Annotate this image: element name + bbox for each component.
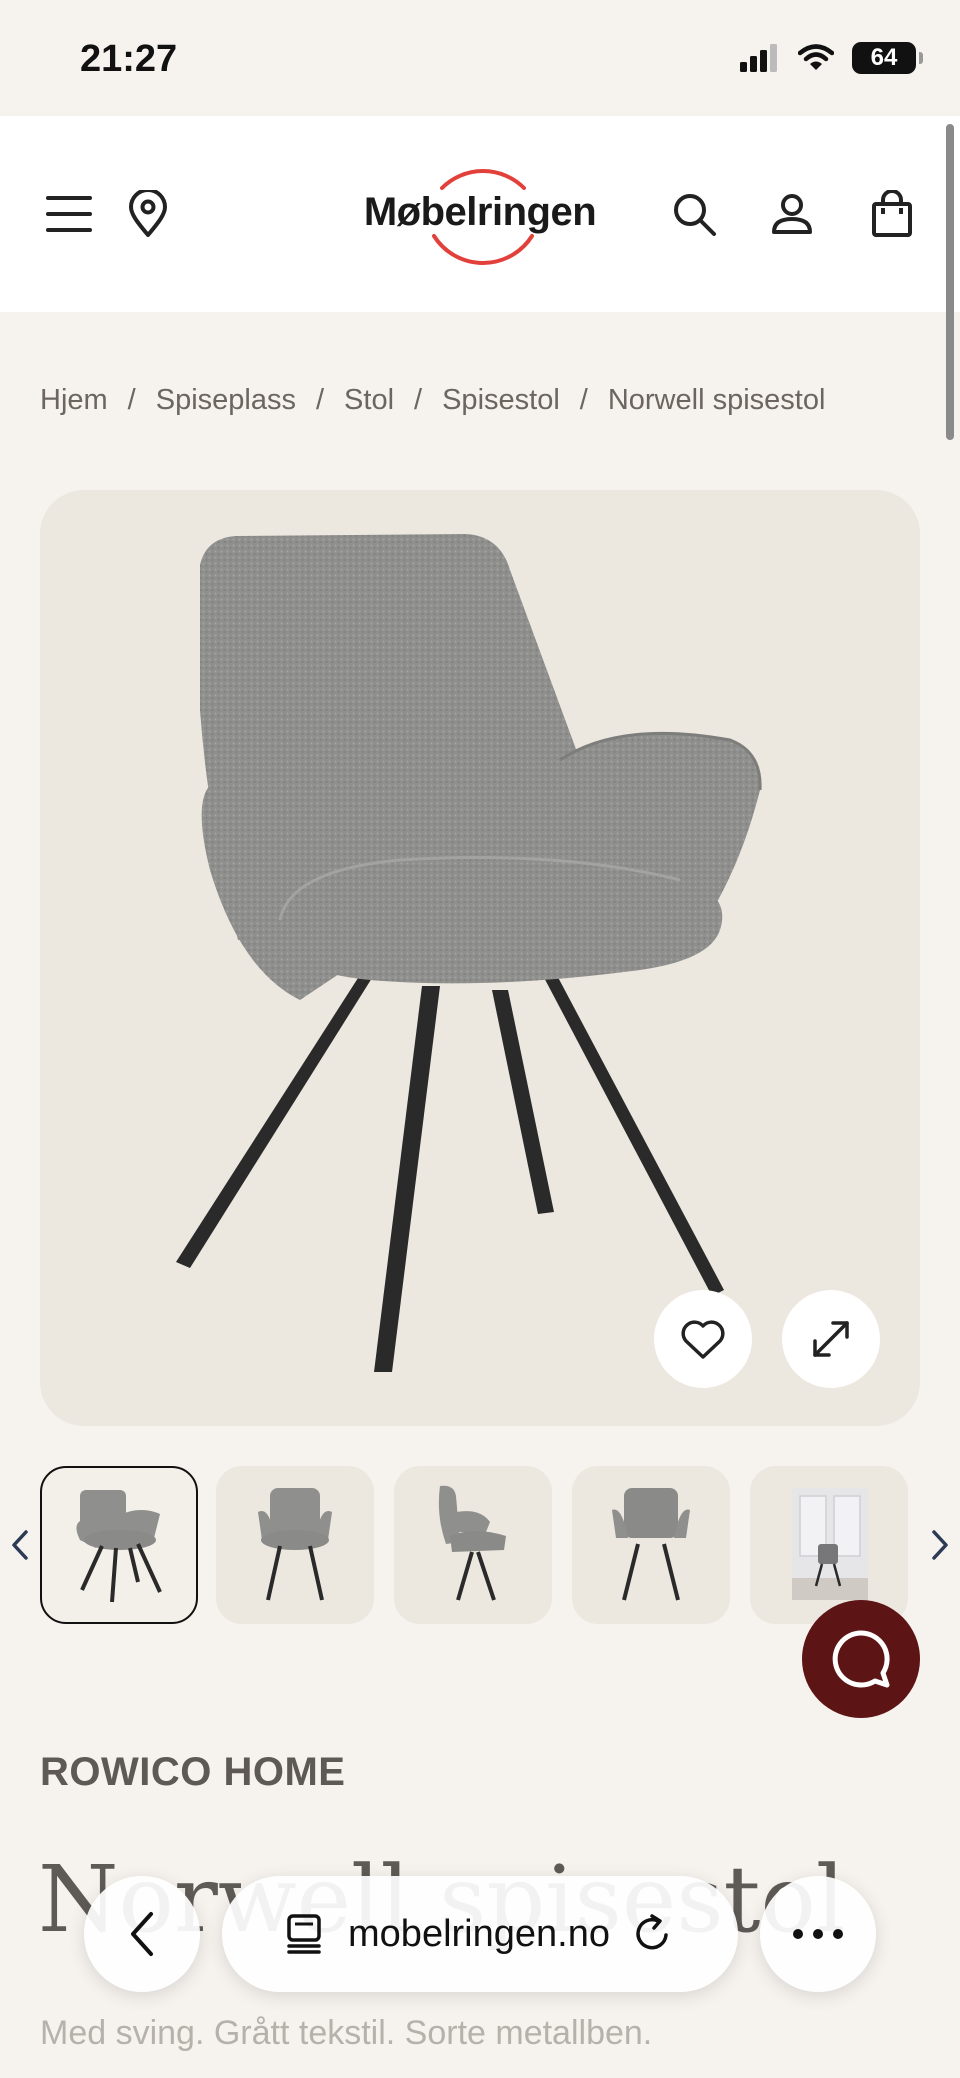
browser-toolbar: mobelringen.no xyxy=(0,1876,960,1996)
favorite-button[interactable] xyxy=(654,1290,752,1388)
reload-icon[interactable] xyxy=(632,1913,674,1955)
breadcrumb-separator: / xyxy=(127,384,136,416)
chevron-right-icon xyxy=(932,1530,948,1560)
back-icon xyxy=(131,1912,153,1956)
expand-icon xyxy=(813,1321,849,1357)
chair-thumbnail xyxy=(438,1485,506,1601)
cart-button[interactable] xyxy=(866,116,918,312)
wifi-icon xyxy=(798,44,834,70)
chair-thumbnail xyxy=(76,1490,162,1603)
breadcrumb: Hjem / Spiseplass / Stol / Spisestol / N… xyxy=(40,384,825,417)
breadcrumb-item-spisestol[interactable]: Spisestol xyxy=(442,384,560,417)
heart-icon xyxy=(681,1320,725,1359)
product-subtitle: Med sving. Grått tekstil. Sorte metallbe… xyxy=(40,2014,653,2052)
logo-text: Møbelringen xyxy=(363,190,597,234)
tabs-icon xyxy=(287,1914,321,1954)
menu-button[interactable] xyxy=(38,116,100,312)
breadcrumb-item-stol[interactable]: Stol xyxy=(344,384,394,417)
search-icon xyxy=(674,194,716,236)
status-time: 21:27 xyxy=(80,38,178,80)
carousel-prev-button[interactable] xyxy=(0,1520,40,1570)
room-thumbnail xyxy=(792,1488,868,1600)
scroll-indicator[interactable] xyxy=(946,124,954,440)
chair-thumbnail xyxy=(612,1488,690,1601)
cellular-signal-icon xyxy=(740,44,777,72)
shopping-bag-icon xyxy=(872,190,912,237)
thumbnail-5[interactable] xyxy=(750,1466,908,1624)
site-logo[interactable]: Møbelringen xyxy=(350,154,610,274)
thumbnail-1[interactable] xyxy=(40,1466,198,1624)
status-bar: 21:27 64 xyxy=(0,0,960,116)
browser-more-button[interactable] xyxy=(760,1876,876,1992)
search-button[interactable] xyxy=(668,116,720,312)
breadcrumb-item-current: Norwell spisestol xyxy=(607,384,826,416)
store-locator-button[interactable] xyxy=(122,116,174,312)
expand-image-button[interactable] xyxy=(782,1290,880,1388)
thumbnail-4[interactable] xyxy=(572,1466,730,1624)
breadcrumb-separator: / xyxy=(315,384,325,416)
product-brand[interactable]: ROWICO HOME xyxy=(40,1750,345,1795)
thumbnail-3[interactable] xyxy=(394,1466,552,1624)
address-bar[interactable]: mobelringen.no xyxy=(222,1876,738,1992)
browser-back-button[interactable] xyxy=(84,1876,200,1992)
account-icon xyxy=(772,194,812,234)
chair-image xyxy=(176,534,762,1372)
menu-icon xyxy=(46,196,92,232)
chat-icon xyxy=(832,1630,890,1688)
breadcrumb-item-spiseplass[interactable]: Spiseplass xyxy=(156,384,296,417)
more-icon xyxy=(793,1929,843,1939)
site-header: Møbelringen xyxy=(0,116,960,312)
thumbnail-carousel xyxy=(0,1466,960,1624)
chair-thumbnail xyxy=(258,1488,332,1601)
location-pin-icon xyxy=(129,190,167,237)
battery-indicator: 64 xyxy=(852,42,923,74)
account-button[interactable] xyxy=(766,116,818,312)
thumbnail-2[interactable] xyxy=(216,1466,374,1624)
product-image[interactable] xyxy=(40,490,920,1426)
chevron-left-icon xyxy=(12,1530,28,1560)
url-text: mobelringen.no xyxy=(348,1912,610,1955)
chat-button[interactable] xyxy=(802,1600,920,1718)
status-icons: 64 xyxy=(740,42,923,74)
breadcrumb-separator: / xyxy=(579,384,588,416)
breadcrumb-separator: / xyxy=(414,384,423,416)
carousel-next-button[interactable] xyxy=(920,1520,960,1570)
breadcrumb-item-hjem[interactable]: Hjem xyxy=(40,384,108,417)
